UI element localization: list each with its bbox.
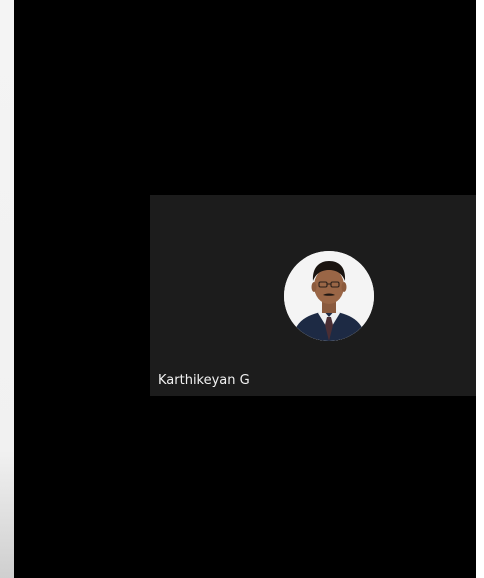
- participant-tile[interactable]: Karthikeyan G: [150, 195, 476, 396]
- participant-avatar: [284, 251, 374, 341]
- profile-photo-icon: [284, 251, 374, 341]
- video-call-screen: Karthikeyan G: [0, 0, 484, 578]
- left-window-edge: [0, 0, 14, 578]
- meeting-stage: Karthikeyan G: [14, 0, 476, 578]
- right-window-edge: [476, 0, 484, 578]
- participant-name-label: Karthikeyan G: [158, 373, 250, 388]
